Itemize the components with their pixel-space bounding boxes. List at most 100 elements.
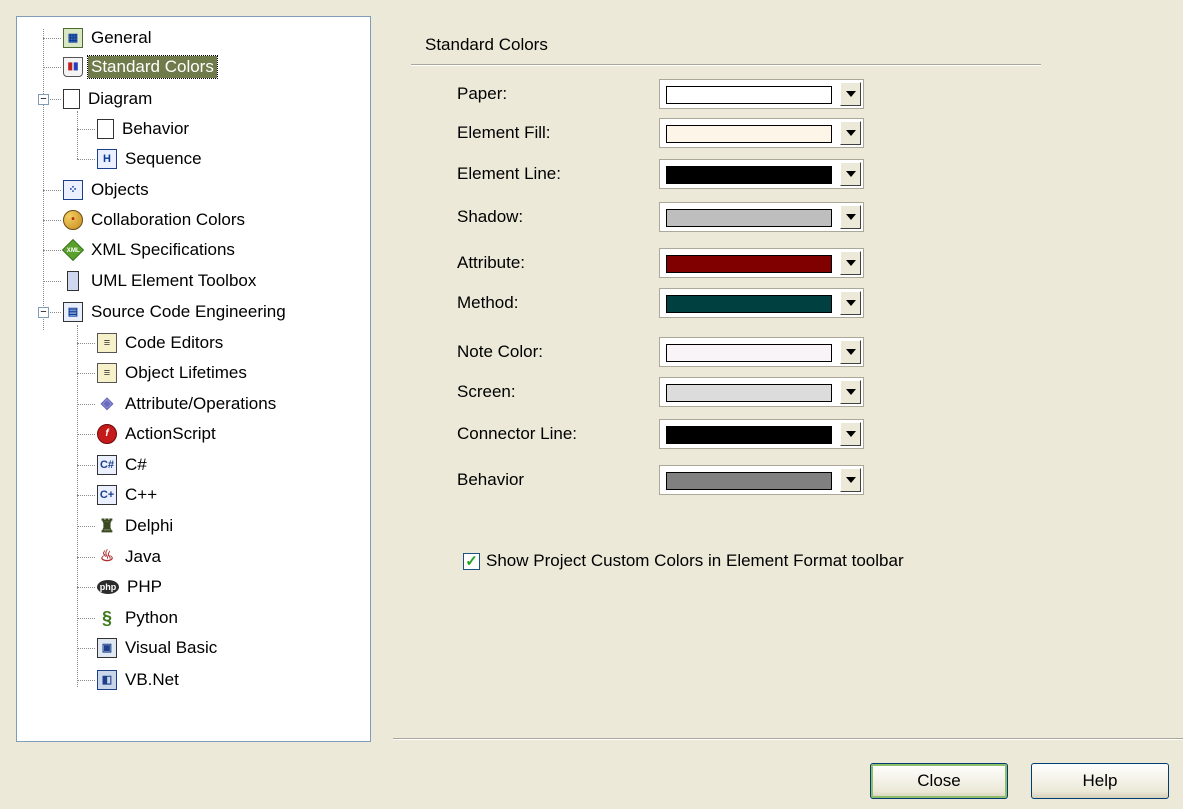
tree-item-sequence[interactable]: H Sequence (97, 146, 205, 172)
tree-item-c[interactable]: C+ C++ (97, 482, 160, 508)
dropdown-arrow-icon[interactable] (840, 380, 861, 404)
objects-icon: ⁘ (63, 180, 83, 200)
dropdown-arrow-icon[interactable] (840, 468, 861, 492)
tree-item-code-editors[interactable]: ≡ Code Editors (97, 330, 226, 356)
tree-item-collaboration-colors[interactable]: • Collaboration Colors (63, 207, 248, 233)
tree-item-label: Java (125, 547, 161, 566)
color-swatch (666, 472, 832, 490)
tree-connector (43, 250, 61, 251)
tree-item-visual-basic[interactable]: ▣ Visual Basic (97, 635, 220, 661)
color-label: Paper: (457, 84, 508, 103)
tree-connector (77, 343, 95, 344)
expander-diagram[interactable]: − (38, 94, 49, 105)
tree-connector (77, 587, 95, 588)
tree-item-label: Sequence (125, 149, 202, 168)
color-swatch (666, 255, 832, 273)
close-button[interactable]: Close (870, 763, 1008, 799)
color-swatch (666, 125, 832, 143)
tree-item-objects[interactable]: ⁘ Objects (63, 177, 152, 203)
tree-item-diagram[interactable]: Diagram (63, 86, 155, 112)
paper-color-picker[interactable] (659, 79, 864, 109)
tree-item-actionscript[interactable]: f ActionScript (97, 421, 219, 447)
tree-connector (77, 465, 95, 466)
color-swatch (666, 209, 832, 227)
tree-item-label: PHP (127, 577, 162, 596)
method-color-picker[interactable] (659, 288, 864, 318)
color-swatch (666, 384, 832, 402)
windows-icon: ▤ (63, 302, 83, 322)
expander-source-code-engineering[interactable]: − (38, 307, 49, 318)
color-swatch (666, 344, 832, 362)
tree-item-source-code-engineering[interactable]: ▤ Source Code Engineering (63, 299, 289, 325)
tree-connector (77, 434, 95, 435)
tree-item-standard-colors[interactable]: ▮ ▮ Standard Colors (63, 54, 218, 80)
tree-connector (77, 495, 95, 496)
dropdown-arrow-icon[interactable] (840, 251, 861, 275)
tree-item-label: Source Code Engineering (91, 302, 286, 321)
dropdown-arrow-icon[interactable] (840, 82, 861, 106)
shadow-color-picker[interactable] (659, 202, 864, 232)
screen-color-picker[interactable] (659, 377, 864, 407)
behavior-color-picker[interactable] (659, 465, 864, 495)
check-mark-icon: ✓ (465, 552, 478, 570)
color-label: Behavior (457, 470, 525, 489)
php-icon: php (97, 580, 119, 594)
sequence-icon: H (97, 149, 117, 169)
tree-item-label: General (91, 28, 152, 47)
element-fill-color-picker[interactable] (659, 118, 864, 148)
color-swatch (666, 166, 832, 184)
color-label: Method: (457, 293, 519, 312)
tree-connector (77, 648, 95, 649)
dropdown-arrow-icon[interactable] (840, 121, 861, 145)
tree-item-object-lifetimes[interactable]: ≡ Object Lifetimes (97, 360, 250, 386)
tree-connector (77, 618, 95, 619)
tree-connector (43, 220, 61, 221)
tree-connector (77, 129, 95, 130)
tree-item-label: Collaboration Colors (91, 210, 246, 229)
tree-connector (77, 526, 95, 527)
connector-line-color-picker[interactable] (659, 419, 864, 449)
tree-connector (77, 557, 95, 558)
tree-item-behavior[interactable]: Behavior (97, 116, 192, 142)
dropdown-arrow-icon[interactable] (840, 291, 861, 315)
dropdown-arrow-icon[interactable] (840, 205, 861, 229)
show-custom-colors-checkbox[interactable]: ✓ (463, 552, 480, 570)
dropdown-arrow-icon[interactable] (840, 340, 861, 364)
help-button[interactable]: Help (1031, 763, 1169, 799)
general-icon: ▦ (63, 28, 83, 48)
note-color-color-picker[interactable] (659, 337, 864, 367)
tree-item-label: Object Lifetimes (125, 363, 247, 382)
tree-item-python[interactable]: § Python (97, 605, 181, 631)
tree-connector (77, 159, 95, 160)
visual-basic-icon: ▣ (97, 638, 117, 658)
element-line-color-picker[interactable] (659, 159, 864, 189)
tree-item-vb-net[interactable]: ◧ VB.Net (97, 667, 182, 693)
show-custom-colors-checkbox-row[interactable]: ✓ Show Project Custom Colors in Element … (463, 551, 904, 571)
tree-item-java[interactable]: ♨ Java (97, 544, 164, 570)
xml-icon: XML (61, 238, 85, 262)
tree-connector (43, 38, 61, 39)
attribute-icon: ◈ (100, 395, 114, 412)
csharp-icon: C# (97, 455, 117, 475)
tree-connector (43, 67, 61, 68)
dropdown-arrow-icon[interactable] (840, 422, 861, 446)
palette-icon: • (63, 210, 83, 230)
tree-item-label: VB.Net (125, 670, 179, 689)
code-editor-icon: ≡ (97, 333, 117, 353)
tree-item-attribute-operations[interactable]: ◈ Attribute/Operations (97, 391, 279, 417)
color-swatch (666, 86, 832, 104)
tree-item-xml-specifications[interactable]: XML XML Specifications (61, 237, 238, 263)
bottom-divider (393, 738, 1183, 740)
tree-item-delphi[interactable]: ♜ Delphi (97, 513, 176, 539)
options-tree[interactable]: ▦ General ▮ ▮ Standard Colors Diagram Behavior… (16, 16, 371, 742)
page-icon (63, 89, 80, 109)
code-editor-icon: ≡ (97, 363, 117, 383)
color-label: Element Fill: (457, 123, 551, 142)
attribute-color-picker[interactable] (659, 248, 864, 278)
tree-item-label: Standard Colors (87, 55, 218, 79)
tree-item-general[interactable]: ▦ General (63, 25, 154, 51)
dropdown-arrow-icon[interactable] (840, 162, 861, 186)
tree-item-php[interactable]: php PHP (97, 574, 165, 600)
tree-item-uml-element-toolbox[interactable]: UML Element Toolbox (63, 268, 259, 294)
tree-item-c[interactable]: C# C# (97, 452, 150, 478)
